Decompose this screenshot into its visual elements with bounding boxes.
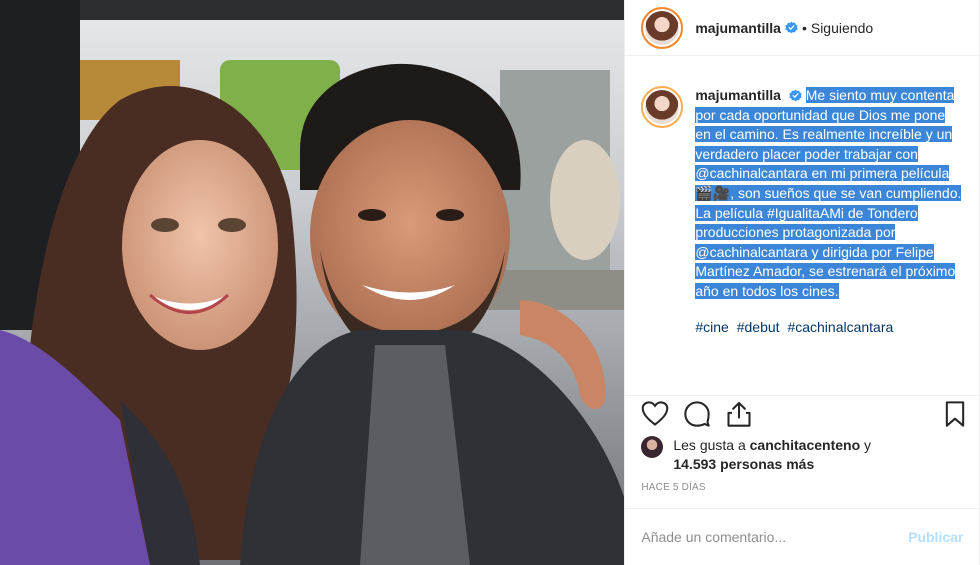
photo-illustration [0,0,625,565]
caption-username[interactable]: majumantilla [695,87,781,103]
likes-summary: Les gusta a canchitacenteno y 14.593 per… [641,436,963,474]
instagram-post: majumantilla • Siguiendo majumantilla Me… [0,0,980,565]
likes-connector: y [864,437,872,453]
likes-text: Les gusta a canchitacenteno y 14.593 per… [673,436,871,474]
publish-button[interactable]: Publicar [908,529,963,545]
caption-hashtags: #cine #debut #cachinalcantara [695,318,963,338]
caption-comment: majumantilla Me siento muy contenta por … [641,86,963,337]
liker-avatar[interactable] [641,436,664,458]
post-side-panel: majumantilla • Siguiendo majumantilla Me… [624,0,980,565]
verified-badge-icon [785,21,798,34]
hashtag-link[interactable]: #cine [695,319,728,335]
post-header: majumantilla • Siguiendo [625,0,979,56]
author-username[interactable]: majumantilla [695,20,781,36]
post-photo[interactable] [0,0,625,565]
caption-area: majumantilla Me siento muy contenta por … [625,57,979,395]
post-timestamp[interactable]: HACE 5 DÍAS [641,482,705,493]
liker-username[interactable]: canchitacenteno [750,437,860,453]
caption-text-2: La película #IgualitaAMi de Tondero prod… [695,204,956,299]
caption-body: majumantilla Me siento muy contenta por … [695,86,963,337]
comment-icon[interactable] [683,400,711,428]
bookmark-icon[interactable] [941,400,969,428]
action-bar [625,395,980,433]
likes-count[interactable]: 14.593 personas más [673,456,814,472]
hashtag-link[interactable]: #debut [737,319,780,335]
share-icon[interactable] [725,400,753,428]
follow-status-button[interactable]: Siguiendo [811,20,873,36]
heart-icon[interactable] [641,400,669,428]
author-avatar[interactable] [641,6,684,49]
likes-prefix: Les gusta a [673,437,746,453]
caption-text: Me siento muy contenta por cada oportuni… [695,87,962,201]
comment-input[interactable]: Añade un comentario... [641,529,908,545]
header-separator: • [801,19,807,36]
hashtag-link[interactable]: #cachinalcantara [787,319,893,335]
caption-avatar[interactable] [641,86,684,128]
verified-badge-icon [789,89,802,102]
add-comment-bar: Añade un comentario... Publicar [625,508,980,565]
